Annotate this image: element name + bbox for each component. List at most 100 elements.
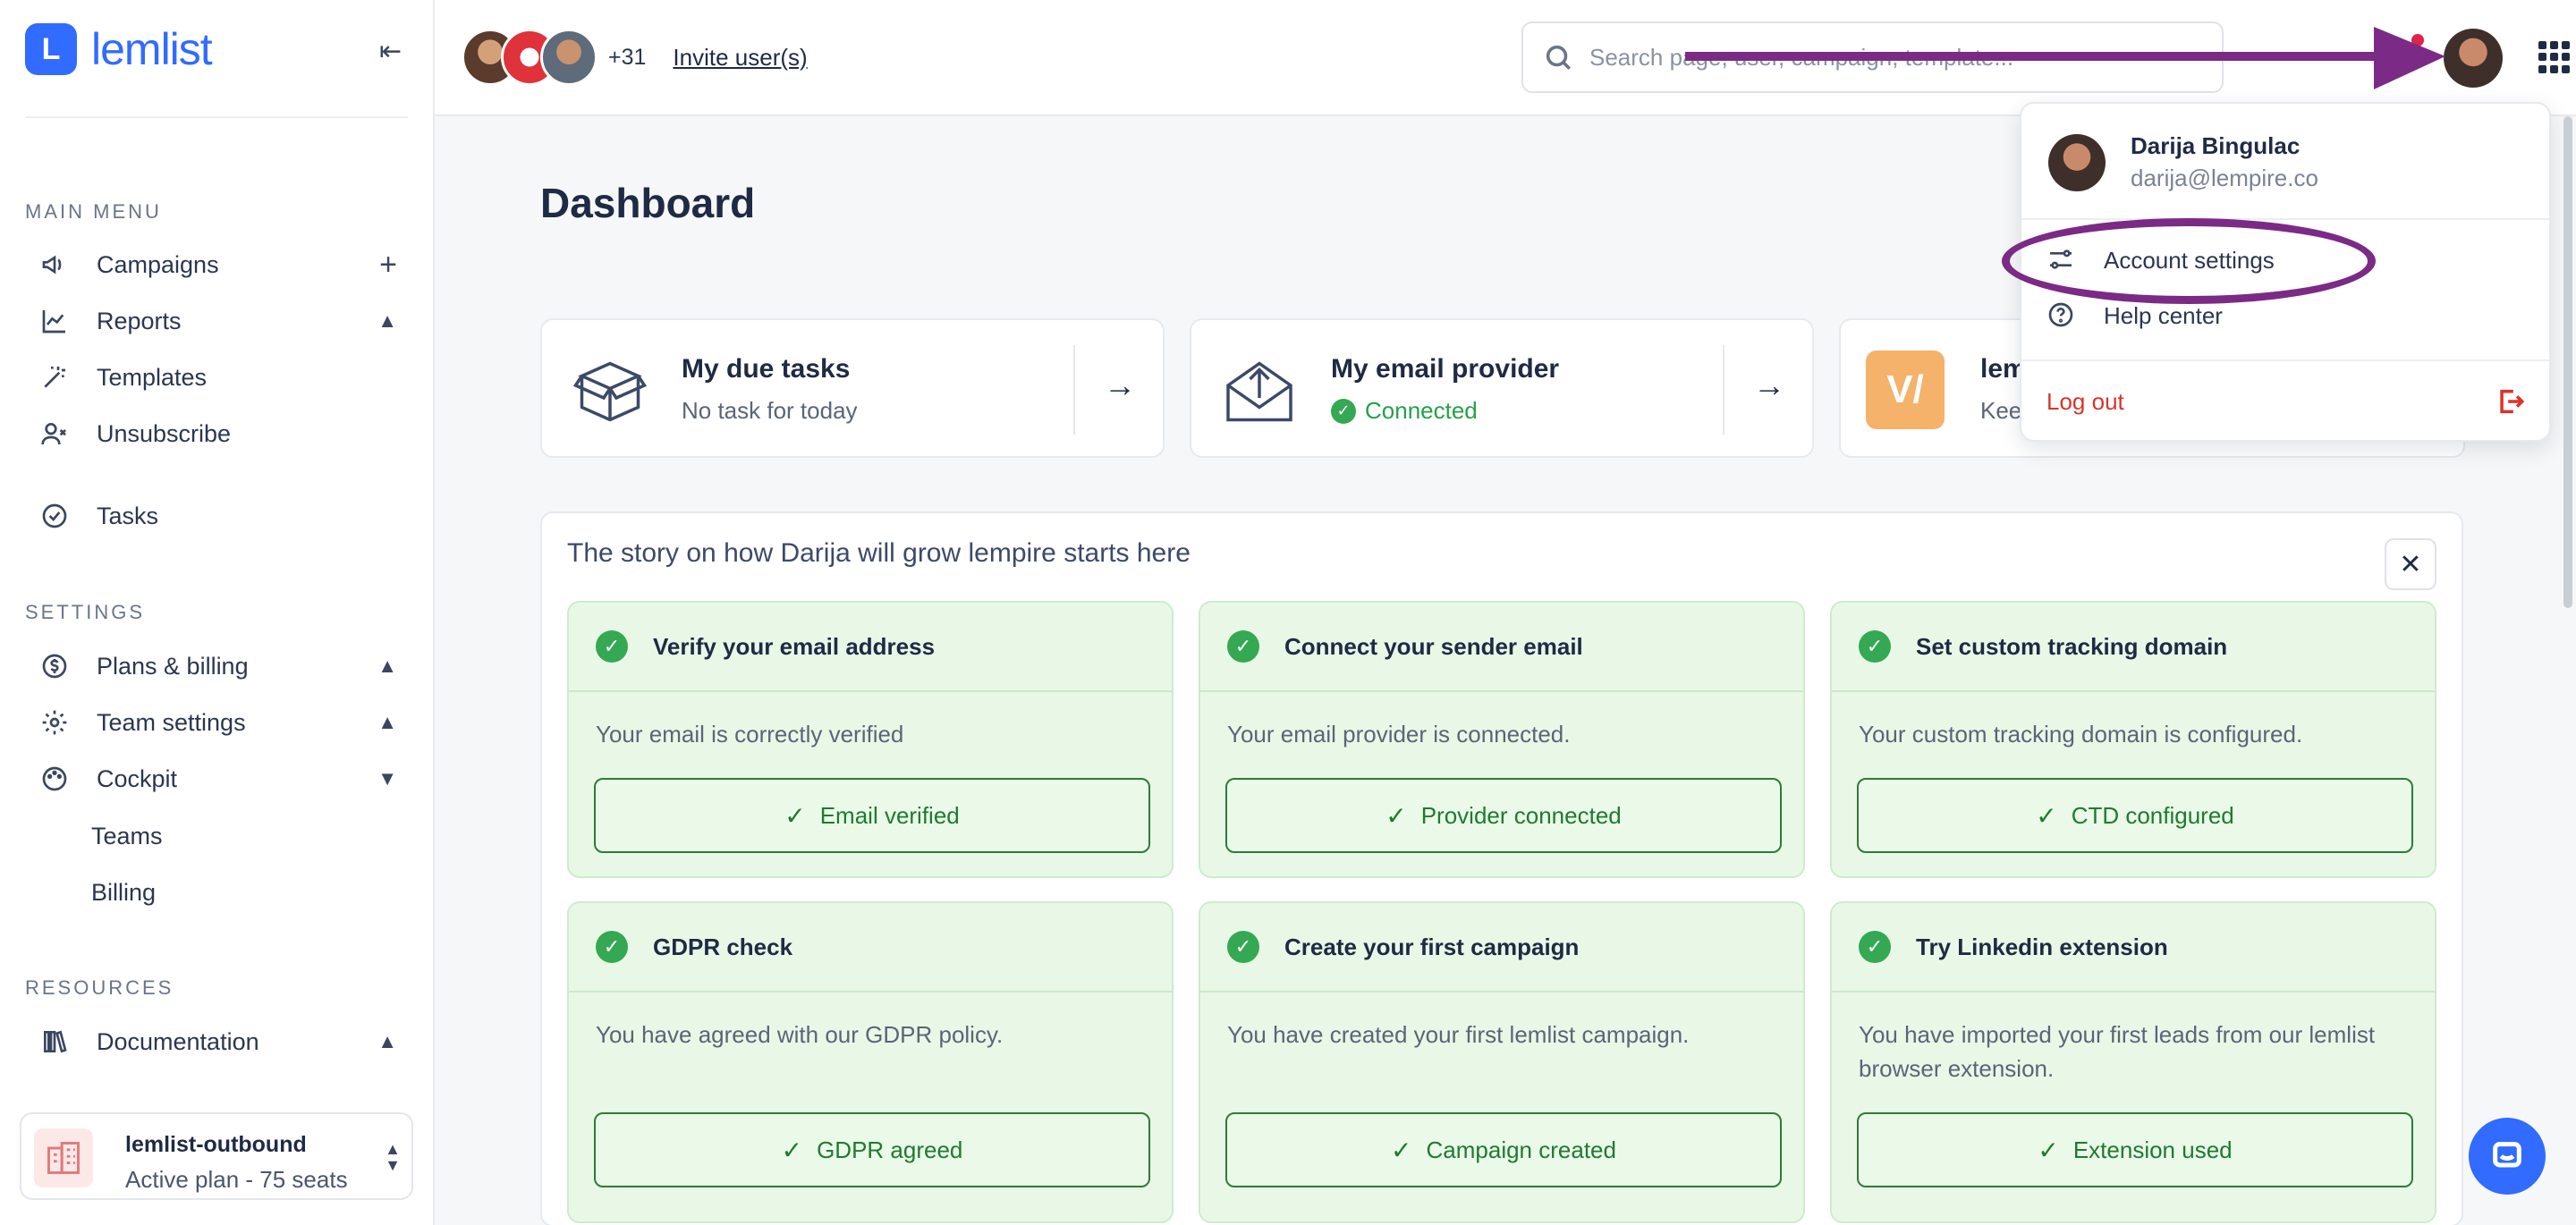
check-icon: ✓ [1391, 1136, 1412, 1164]
add-campaign-icon[interactable]: + [379, 248, 397, 283]
close-icon[interactable]: ✕ [2385, 538, 2436, 590]
chevron-up-icon[interactable]: ▲ [377, 309, 397, 333]
avatar [2048, 134, 2106, 191]
envelope-upload-icon [1226, 361, 1292, 422]
onboarding-story: The story on how Darija will grow lempir… [540, 511, 2463, 1225]
annotation-arrow [1685, 27, 2445, 89]
sidebar-item-unsubscribe[interactable]: Unsubscribe [39, 412, 397, 455]
button-label: Extension used [2072, 1136, 2233, 1163]
books-icon [39, 1026, 70, 1057]
chevron-up-icon[interactable]: ▲ [377, 1030, 397, 1053]
invite-users-link[interactable]: Invite user(s) [673, 44, 807, 72]
card-email-provider[interactable]: My email provider ✓ Connected → [1190, 318, 1814, 458]
step-description: You have imported your first leads from … [1859, 1021, 2376, 1082]
sidebar-divider [25, 116, 408, 118]
check-icon: ✓ [1385, 801, 1407, 830]
logout-button[interactable]: Log out [2046, 388, 2124, 416]
step-button[interactable]: ✓ Provider connected [1225, 778, 1782, 853]
user-avatar-button[interactable] [2444, 29, 2503, 88]
button-label: Email verified [819, 801, 960, 829]
step-title: Set custom tracking domain [1916, 632, 2228, 660]
chevron-down-icon[interactable]: ▼ [377, 767, 397, 790]
card-due-tasks[interactable]: My due tasks No task for today → [540, 318, 1165, 458]
logout-icon[interactable] [2496, 386, 2526, 417]
sidebar-item-label: Reports [97, 307, 182, 334]
building-icon [34, 1128, 93, 1187]
card-divider [1073, 345, 1075, 435]
check-circle-icon [39, 501, 70, 531]
check-icon: ✓ [1227, 630, 1259, 663]
sidebar-item-cockpit[interactable]: Cockpit ▼ [39, 757, 397, 800]
check-icon: ✓ [2038, 1136, 2059, 1164]
sidebar-item-campaigns[interactable]: Campaigns + [39, 243, 397, 286]
dollar-icon [39, 651, 70, 681]
sidebar-item-tasks[interactable]: Tasks [39, 494, 397, 537]
menu-item-label: Help center [2104, 301, 2223, 329]
step-card: ✓ GDPR check You have agreed with our GDP… [567, 901, 1174, 1223]
check-icon: ✓ [596, 931, 628, 963]
section-settings: SETTINGS [25, 601, 146, 623]
user-name: Darija Bingulac [2131, 132, 2301, 159]
avatar [540, 29, 597, 86]
check-circle-icon: ✓ [1331, 398, 1356, 424]
chevron-up-icon[interactable]: ▲ [377, 711, 397, 734]
sidebar-subitem-billing[interactable]: Billing [91, 879, 156, 907]
arrow-right-icon[interactable]: → [1753, 367, 1785, 404]
sidebar-item-label: Documentation [97, 1027, 259, 1055]
palette-icon [39, 764, 70, 794]
step-card: ✓ Connect your sender email Your email pr… [1199, 601, 1805, 878]
step-card: ✓ Try Linkedin extension You have importe… [1830, 901, 2436, 1223]
sidebar-item-label: Templates [97, 363, 208, 391]
gear-icon [39, 707, 70, 738]
chat-support-button[interactable] [2469, 1118, 2546, 1195]
user-email: darija@lempire.co [2131, 165, 2318, 191]
scrollbar[interactable] [2563, 116, 2572, 608]
card-subtitle: Connected [1365, 397, 1478, 424]
step-button[interactable]: ✓ CTD configured [1857, 778, 2413, 853]
megaphone-icon [39, 249, 70, 280]
sidebar-item-reports[interactable]: Reports ▲ [39, 300, 397, 342]
step-card: ✓ Set custom tracking domain Your custom … [1830, 601, 2436, 878]
sidebar-item-templates[interactable]: Templates [39, 356, 397, 399]
chat-icon [2493, 1142, 2521, 1168]
step-description: Your email provider is connected. [1227, 721, 1571, 748]
page-title: Dashboard [540, 180, 756, 226]
collapse-sidebar-icon[interactable]: ⇤ [379, 36, 402, 67]
sidebar-item-plans-billing[interactable]: Plans & billing ▲ [39, 645, 397, 688]
sidebar-item-label: Campaigns [97, 250, 219, 278]
workspace-name: lemlist-outbound [125, 1132, 307, 1157]
logo[interactable]: L lemlist [25, 23, 213, 75]
sidebar-subitem-teams[interactable]: Teams [91, 823, 163, 850]
magic-wand-icon [39, 362, 70, 393]
team-avatars[interactable]: +31 Invite user(s) [462, 29, 808, 86]
sidebar: L lemlist ⇤ MAIN MENU Campaigns + Report… [0, 0, 435, 1225]
apps-grid-icon[interactable] [2538, 41, 2571, 73]
arrow-right-icon[interactable]: → [1104, 367, 1136, 404]
step-button[interactable]: ✓ GDPR agreed [594, 1112, 1150, 1187]
workspace-plan: Active plan - 75 seats [125, 1166, 348, 1193]
sidebar-item-team-settings[interactable]: Team settings ▲ [39, 701, 397, 744]
chart-icon [39, 306, 70, 336]
menu-item-help-center[interactable]: Help center [2046, 300, 2223, 331]
step-button[interactable]: ✓ Campaign created [1225, 1112, 1782, 1187]
button-label: CTD configured [2071, 801, 2234, 829]
step-title: Verify your email address [653, 632, 936, 660]
story-title: The story on how Darija will grow lempir… [567, 538, 1191, 568]
step-title: GDPR check [653, 933, 793, 960]
annotation-ellipse [2002, 218, 2376, 304]
lemwarm-logo-icon: V/ [1866, 351, 1945, 429]
button-label: Campaign created [1426, 1136, 1616, 1163]
step-card: ✓ Verify your email address Your email is… [567, 601, 1174, 878]
step-description: Your email is correctly verified [596, 721, 904, 748]
menu-divider [2021, 218, 2549, 220]
step-button[interactable]: ✓ Email verified [594, 778, 1150, 853]
chevron-up-icon[interactable]: ▲ [377, 655, 397, 678]
step-button[interactable]: ✓ Extension used [1857, 1112, 2413, 1187]
workspace-switcher[interactable]: lemlist-outbound Active plan - 75 seats … [20, 1112, 413, 1200]
logo-text: lemlist [91, 24, 213, 74]
switch-workspace-icon[interactable]: ▲ ▼ [385, 1141, 401, 1173]
menu-divider [2021, 359, 2549, 361]
search-icon [1543, 42, 1573, 72]
sidebar-item-documentation[interactable]: Documentation ▲ [39, 1020, 397, 1063]
step-title: Try Linkedin extension [1916, 933, 2168, 960]
